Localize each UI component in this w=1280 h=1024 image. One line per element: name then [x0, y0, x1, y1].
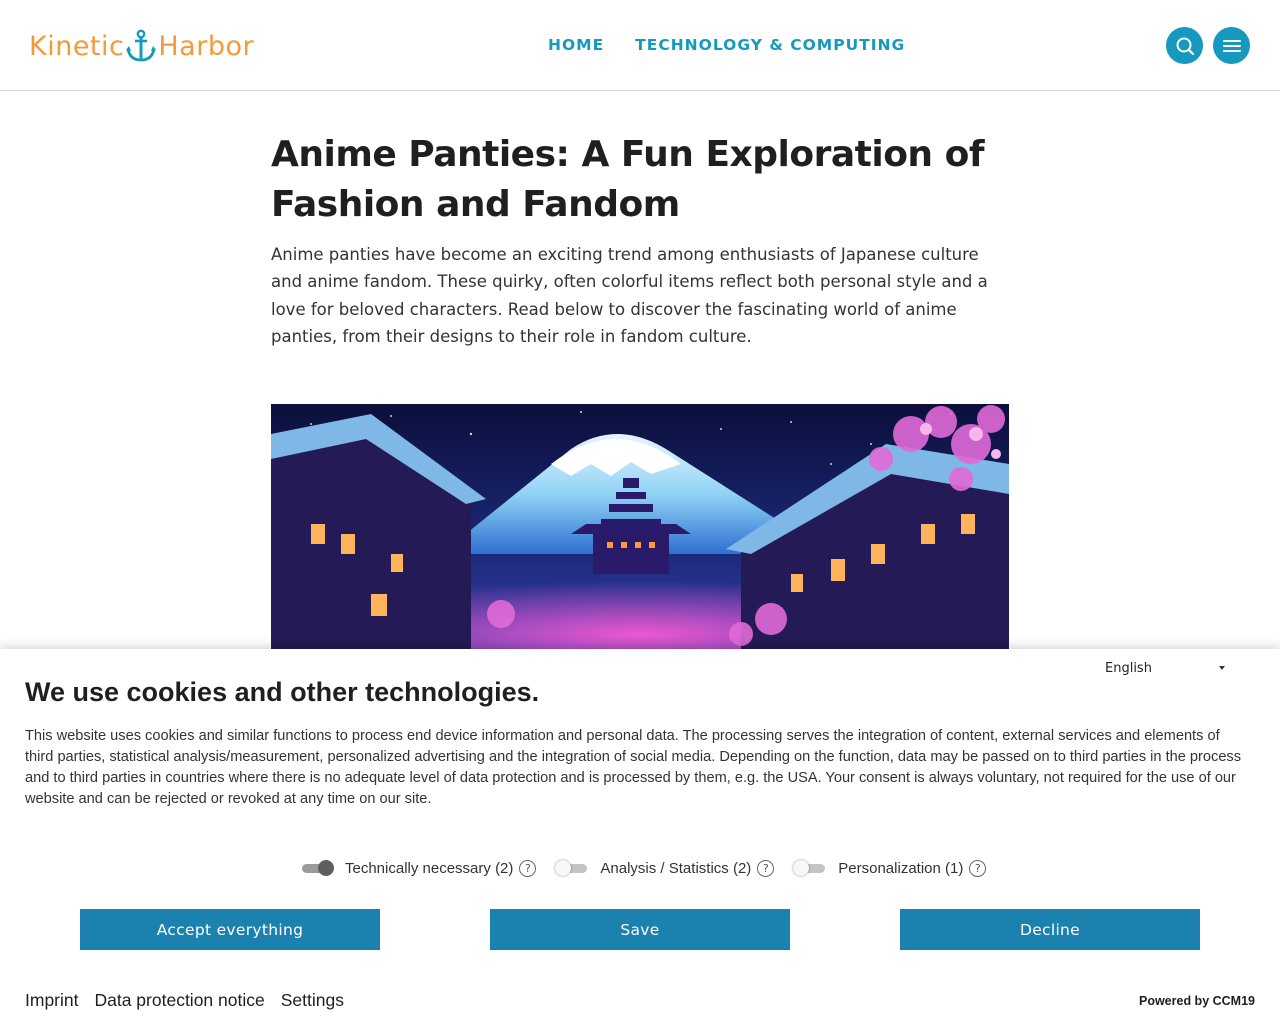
- search-icon: [1176, 37, 1194, 55]
- toggle-technically-necessary[interactable]: [300, 860, 334, 876]
- save-button[interactable]: Save: [490, 909, 790, 950]
- caret-down-icon: [1219, 666, 1225, 670]
- language-select[interactable]: English: [1105, 657, 1227, 679]
- toggle-label-personalization: Personalization (1): [838, 859, 964, 877]
- data-protection-notice-link[interactable]: Data protection notice: [94, 990, 264, 1011]
- cookie-banner-text: This website uses cookies and similar fu…: [25, 728, 1242, 807]
- menu-button[interactable]: [1213, 27, 1250, 64]
- imprint-link[interactable]: Imprint: [25, 990, 78, 1011]
- site-header: Kinetic Harbor HOME TECHNOLOGY & COMPUTI…: [0, 0, 1280, 91]
- toggle-group-personalization: Personalization (1) ?: [793, 859, 987, 877]
- hamburger-menu-icon: [1222, 39, 1241, 52]
- toggle-personalization[interactable]: [793, 860, 827, 876]
- help-icon[interactable]: ?: [969, 859, 987, 877]
- search-button[interactable]: [1166, 27, 1203, 64]
- hero-image: [271, 404, 1009, 650]
- language-select-value: English: [1105, 660, 1152, 676]
- accept-everything-button[interactable]: Accept everything: [80, 909, 380, 950]
- nav-link-technology-computing[interactable]: TECHNOLOGY & COMPUTING: [635, 36, 905, 54]
- toggle-label-technically-necessary: Technically necessary (2): [345, 859, 514, 877]
- article-intro: Anime panties have become an exciting tr…: [271, 245, 988, 347]
- anchor-icon: [126, 29, 157, 62]
- logo-text-kinetic: Kinetic: [29, 30, 125, 62]
- decline-button[interactable]: Decline: [900, 909, 1200, 950]
- toggle-label-analysis-statistics: Analysis / Statistics (2): [600, 859, 752, 877]
- help-icon[interactable]: ?: [757, 859, 775, 877]
- toggle-analysis-statistics[interactable]: [555, 860, 589, 876]
- site-logo[interactable]: Kinetic Harbor: [29, 26, 254, 66]
- logo-text-harbor: Harbor: [158, 30, 255, 62]
- article-title: Anime Panties: A Fun Exploration of Fash…: [271, 134, 984, 225]
- toggle-group-analysis-statistics: Analysis / Statistics (2) ?: [555, 859, 775, 877]
- cookie-consent-banner: English We use cookies and other technol…: [0, 649, 1280, 1024]
- consent-toggles: Technically necessary (2) ? Analysis / S…: [300, 856, 1005, 880]
- toggle-group-technically-necessary: Technically necessary (2) ?: [300, 859, 537, 877]
- main-nav: HOME TECHNOLOGY & COMPUTING: [548, 36, 905, 54]
- help-icon[interactable]: ?: [519, 859, 537, 877]
- settings-link[interactable]: Settings: [281, 990, 344, 1011]
- hero-illustration: [271, 404, 1009, 650]
- cookie-banner-title: We use cookies and other technologies.: [25, 677, 540, 707]
- cookie-footer-links: Imprint Data protection notice Settings: [25, 990, 344, 1011]
- powered-by-label: Powered by CCM19: [1138, 994, 1255, 1008]
- nav-link-home[interactable]: HOME: [548, 36, 604, 54]
